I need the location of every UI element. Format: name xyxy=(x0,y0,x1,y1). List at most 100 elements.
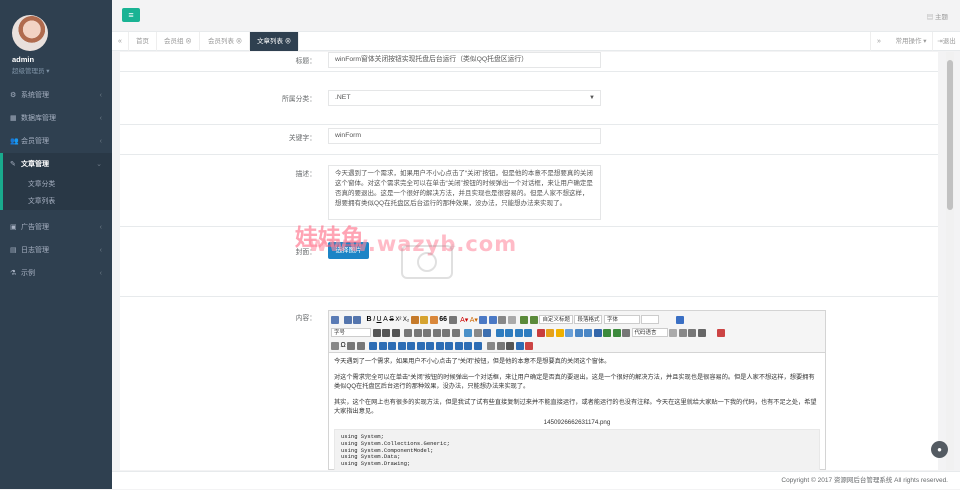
merge-cells-icon[interactable] xyxy=(407,341,416,350)
drafts-icon[interactable] xyxy=(506,341,515,350)
redo-icon[interactable] xyxy=(353,315,361,324)
indent-icon[interactable] xyxy=(391,328,400,337)
strikethrough-icon[interactable]: S xyxy=(389,316,394,323)
scrawl-icon[interactable] xyxy=(565,328,573,337)
preview-icon[interactable] xyxy=(496,341,505,350)
source-code-icon[interactable] xyxy=(331,315,339,324)
superscript-icon[interactable]: X² xyxy=(395,317,401,323)
search-replace-icon[interactable] xyxy=(347,341,356,350)
tab-article-list[interactable]: 文章列表 ⊗ xyxy=(250,32,300,51)
undo-icon[interactable] xyxy=(343,315,352,324)
split-cols-icon[interactable] xyxy=(473,341,482,350)
remove-format-icon[interactable] xyxy=(410,315,419,324)
music-icon[interactable] xyxy=(584,328,592,337)
bold-icon[interactable]: B xyxy=(367,316,372,323)
logout-button[interactable]: ⇥退出 xyxy=(932,32,960,51)
username[interactable]: admin xyxy=(12,55,112,64)
paragraph-format-select[interactable]: 段落格式 xyxy=(574,315,603,324)
delete-table-icon[interactable] xyxy=(378,341,387,350)
insert-video-icon[interactable] xyxy=(574,328,583,337)
sidebar-subitem-list[interactable]: 文章列表 xyxy=(3,193,112,210)
page-break-icon[interactable] xyxy=(669,328,677,337)
tab-member-group[interactable]: 会员组 ⊗ xyxy=(157,32,200,51)
justify-center-icon[interactable] xyxy=(413,328,422,337)
delete-col-icon[interactable] xyxy=(435,341,444,350)
insert-row-icon[interactable] xyxy=(388,341,397,350)
horizontal-rule-icon[interactable] xyxy=(697,328,706,337)
sidebar-item-ads[interactable]: ▣ 广告管理 ‹ xyxy=(0,216,112,239)
wordimage-icon[interactable] xyxy=(356,341,365,350)
split-cells-icon[interactable] xyxy=(416,341,425,350)
unlink-icon[interactable] xyxy=(473,328,482,337)
tab-scroll-left-button[interactable]: « xyxy=(112,32,129,51)
word-count-icon[interactable] xyxy=(525,341,534,350)
emotion-icon[interactable] xyxy=(555,328,564,337)
sidebar-item-members[interactable]: 👥 会员管理 ‹ xyxy=(0,130,112,153)
simple-upload-icon[interactable] xyxy=(536,328,545,337)
format-painter-icon[interactable] xyxy=(420,315,429,324)
code-language-select[interactable]: 代码语言 xyxy=(631,328,668,337)
font-size-dropdown[interactable]: 字号 xyxy=(331,328,371,337)
insert-code-icon[interactable] xyxy=(622,328,630,337)
scrollbar-thumb[interactable] xyxy=(947,60,953,210)
sidebar-item-system[interactable]: ⚙ 系统管理 ‹ xyxy=(0,84,112,107)
sidebar-item-articles[interactable]: ✎ 文章管理 ⌄ xyxy=(0,153,112,176)
insert-frame-icon[interactable] xyxy=(612,328,621,337)
direction-ltr-icon[interactable] xyxy=(372,328,381,337)
tab-scroll-right-button[interactable]: » xyxy=(870,32,887,51)
sidebar-item-database[interactable]: ▦ 数据库管理 ‹ xyxy=(0,107,112,130)
autotypeset-icon[interactable] xyxy=(429,315,438,324)
background-icon[interactable] xyxy=(688,328,696,337)
font-border-icon[interactable]: A xyxy=(383,316,388,323)
merge-right-icon[interactable] xyxy=(445,341,454,350)
fullscreen-icon[interactable] xyxy=(675,315,684,324)
direction-rtl-icon[interactable] xyxy=(382,328,390,337)
blockquote-icon[interactable]: 66 xyxy=(439,316,447,323)
split-rows-icon[interactable] xyxy=(464,341,473,350)
sidebar-item-examples[interactable]: ⚗ 示例 ‹ xyxy=(0,262,112,285)
menu-toggle-button[interactable]: ≡ xyxy=(122,8,140,22)
justify-right-icon[interactable] xyxy=(423,328,431,337)
template-icon[interactable] xyxy=(678,328,687,337)
font-color-icon[interactable]: A▾ xyxy=(460,316,468,324)
background-color-icon[interactable]: A▾ xyxy=(470,316,478,324)
ordered-list-icon[interactable] xyxy=(479,315,488,324)
insert-image-icon[interactable] xyxy=(546,328,554,337)
justify-justify-icon[interactable] xyxy=(432,328,441,337)
justify-left-icon[interactable] xyxy=(404,328,412,337)
time-icon[interactable] xyxy=(331,341,339,350)
print-icon[interactable] xyxy=(487,341,496,350)
anchor-icon[interactable] xyxy=(483,328,491,337)
help-icon[interactable] xyxy=(515,341,524,350)
avatar[interactable] xyxy=(12,15,48,51)
image-float-none-icon[interactable] xyxy=(495,328,504,337)
image-center-icon[interactable] xyxy=(524,328,532,337)
image-float-right-icon[interactable] xyxy=(514,328,523,337)
editor-content[interactable]: 今天遇到了一个需求，如果用户不小心点击了“关闭”按钮，但是他的本意不是想要真的关… xyxy=(329,353,825,470)
font-family-select[interactable]: 字体 xyxy=(603,315,640,324)
to-lowercase-icon[interactable] xyxy=(451,328,460,337)
underline-icon[interactable]: U xyxy=(377,316,382,323)
custom-title-select[interactable]: 自定义标题 xyxy=(539,315,573,324)
clear-doc-icon[interactable] xyxy=(507,315,516,324)
sidebar-subitem-category[interactable]: 文章分类 xyxy=(3,176,112,193)
theme-button[interactable]: ▤ 主题 xyxy=(927,11,948,21)
map-icon[interactable] xyxy=(603,328,611,337)
link-icon[interactable] xyxy=(464,328,472,337)
date-icon[interactable] xyxy=(717,328,725,337)
description-textarea[interactable]: 今天遇到了一个需求，如果用户不小心点击了“关闭”按钮，但是他的本意不是想要真的关… xyxy=(328,165,601,220)
tab-member-list[interactable]: 会员列表 ⊗ xyxy=(201,32,251,51)
attachment-icon[interactable] xyxy=(593,328,602,337)
common-actions-dropdown[interactable]: 常用操作 ▾ xyxy=(890,32,932,51)
merge-down-icon[interactable] xyxy=(454,341,463,350)
title-input[interactable]: winForm窗体关闭按钮实现托盘后台运行（类似QQ托盘区运行） xyxy=(328,52,601,68)
paste-plain-icon[interactable] xyxy=(448,315,457,324)
insert-table-icon[interactable] xyxy=(369,341,378,350)
select-all-icon[interactable] xyxy=(498,315,507,324)
sidebar-item-logs[interactable]: ▤ 日志管理 ‹ xyxy=(0,239,112,262)
subscript-icon[interactable]: X₂ xyxy=(403,317,409,323)
italic-icon[interactable]: I xyxy=(373,316,375,323)
paragraph-icon[interactable] xyxy=(529,315,538,324)
to-uppercase-icon[interactable] xyxy=(442,328,450,337)
tab-home[interactable]: 首页 xyxy=(129,32,157,51)
